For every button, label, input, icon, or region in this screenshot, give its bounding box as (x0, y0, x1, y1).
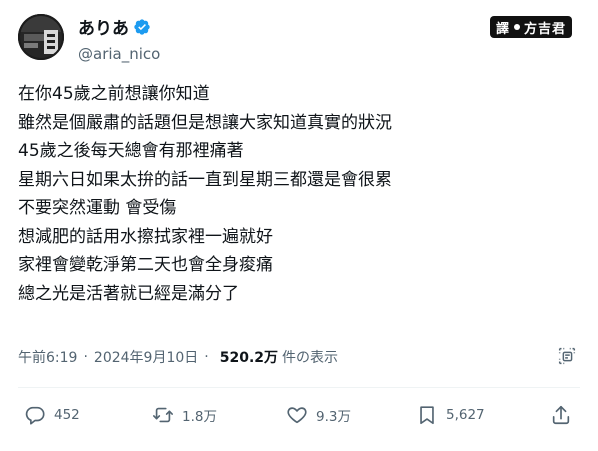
repost-button[interactable]: 1.8万 (152, 404, 217, 426)
tweet-line: 想減肥的話用水擦拭家裡一遍就好 (18, 226, 273, 247)
bookmark-icon (420, 406, 434, 425)
views-count: 520.2万 (219, 350, 279, 366)
tweet-line: 45歲之後每天總會有那裡痛著 (18, 141, 244, 161)
tweet-line: 總之光是活著就已經是滿分了 (18, 283, 239, 304)
grok-analyze-icon[interactable] (556, 345, 578, 367)
watermark: 譯 方吉君 (489, 16, 572, 38)
tweet-line: 雖然是個嚴肅的話題但是想讓大家知道真實的狀況 (18, 112, 392, 133)
meta-separator: · (204, 349, 209, 365)
tweet-time[interactable]: 午前6:19 (18, 347, 77, 367)
repost-icon (153, 407, 173, 423)
tweet-line: 在你45歲之前想讓你知道 (18, 84, 210, 104)
tweet-meta: 午前6:19 · 2024年9月10日 · 520.2万 件の表示 (18, 347, 338, 367)
tweet-date[interactable]: 2024年9月10日 (94, 347, 198, 367)
verified-badge-icon (134, 18, 150, 35)
tweet-line: 家裡會變乾淨第二天也會全身痠痛 (18, 255, 273, 275)
like-count: 9.3万 (316, 409, 351, 425)
heart-icon (287, 407, 307, 424)
handle[interactable]: @aria_nico (78, 45, 160, 63)
repost-count: 1.8万 (182, 409, 217, 425)
reply-icon (25, 406, 45, 425)
views-label: 件の表示 (282, 350, 339, 366)
bookmark-count: 5,627 (446, 407, 485, 423)
reply-count: 452 (54, 407, 80, 423)
action-bar: 452 1.8万 9.3万 5,627 (18, 404, 580, 440)
reply-button[interactable]: 452 (24, 404, 80, 426)
watermark-left: 譯 (495, 21, 510, 37)
share-icon (552, 405, 570, 425)
display-name-text[interactable]: ありあ (78, 14, 129, 39)
watermark-dot (513, 24, 520, 30)
bookmark-button[interactable]: 5,627 (416, 404, 485, 426)
like-button[interactable]: 9.3万 (286, 404, 351, 426)
tweet-line: 星期六日如果太拚的話一直到星期三都還是會很累 (18, 169, 392, 190)
display-name[interactable]: ありあ (78, 14, 151, 39)
tweet-line: 不要突然運動 會受傷 (18, 198, 177, 218)
tweet-text: 在你45歲之前想讓你知道 雖然是個嚴肅的話題但是想讓大家知道真實的狀況 45歲之… (18, 80, 578, 308)
share-button[interactable] (550, 404, 572, 426)
watermark-right: 方吉君 (523, 21, 566, 37)
avatar[interactable] (18, 14, 64, 60)
meta-separator: · (83, 349, 88, 365)
divider (18, 387, 580, 388)
tweet-header: ありあ @aria_nico 譯 方吉君 (18, 10, 580, 66)
